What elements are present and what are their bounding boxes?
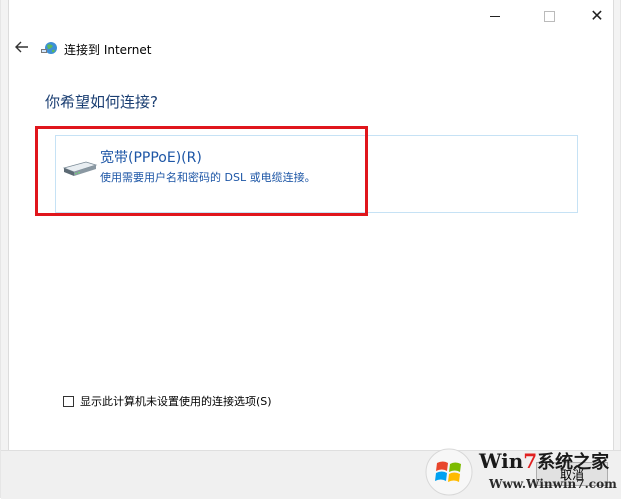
minimize-icon (490, 15, 500, 17)
dialog-window: ✕ 连接到 Internet 你希望如何连接? 宽带(PPPoE)(R) 使用需… (0, 0, 621, 499)
watermark-url: Www.Winwin7.com (489, 477, 617, 491)
show-unconfigured-options-checkbox[interactable] (63, 395, 74, 407)
close-button[interactable]: ✕ (574, 0, 620, 32)
window-title: 连接到 Internet (64, 43, 152, 57)
background-window-right (613, 0, 620, 498)
back-arrow-icon (15, 41, 28, 53)
maximize-button[interactable] (526, 0, 572, 32)
red-highlight-box (35, 126, 368, 216)
minimize-button[interactable] (472, 0, 518, 32)
background-window-left (1, 0, 9, 498)
maximize-icon (543, 10, 555, 22)
page-heading: 你希望如何连接? (45, 93, 158, 111)
site-watermark: Win7系统之家 Www.Winwin7.com (421, 446, 621, 498)
network-globe-icon (41, 42, 57, 54)
windows-logo-icon (425, 448, 473, 496)
back-button[interactable] (13, 38, 31, 56)
close-icon: ✕ (590, 6, 604, 25)
checkbox-label: 显示此计算机未设置使用的连接选项(S) (80, 395, 272, 408)
watermark-brand: Win7系统之家 (479, 449, 610, 473)
show-unconfigured-options-checkbox-row[interactable]: 显示此计算机未设置使用的连接选项(S) (63, 393, 272, 409)
